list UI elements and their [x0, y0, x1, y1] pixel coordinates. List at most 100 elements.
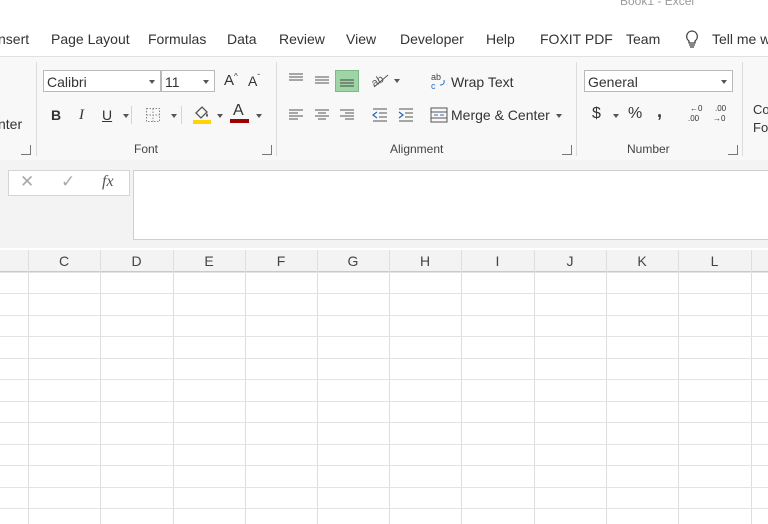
gridline-horizontal [0, 272, 768, 273]
font-launcher-icon[interactable] [262, 145, 272, 155]
gridline-vertical [317, 250, 318, 524]
number-group-label: Number [627, 142, 670, 156]
gridline-vertical [389, 250, 390, 524]
column-header-blank [0, 250, 28, 272]
column-header-g[interactable]: G [317, 250, 389, 272]
conditional-formatting-partial-1[interactable]: Co [753, 102, 768, 117]
insert-function-icon[interactable]: fx [102, 173, 114, 191]
align-center-icon[interactable] [313, 107, 331, 128]
column-header-l[interactable]: L [678, 250, 751, 272]
tab-team[interactable]: Team [626, 31, 660, 47]
comma-style-button[interactable]: , [657, 101, 662, 122]
chevron-down-icon [721, 80, 727, 84]
borders-dropdown-icon[interactable] [171, 114, 177, 118]
gridline-horizontal [0, 401, 768, 402]
font-color-button[interactable]: A [230, 102, 250, 124]
lightbulb-icon[interactable] [684, 29, 700, 54]
column-header-k[interactable]: K [606, 250, 678, 272]
gridline-horizontal [0, 358, 768, 359]
cancel-icon[interactable]: ✕ [20, 172, 34, 192]
align-left-icon[interactable] [287, 107, 305, 128]
bold-button[interactable]: B [51, 107, 61, 123]
fill-color-icon[interactable] [191, 103, 213, 130]
middle-align-icon[interactable] [313, 72, 331, 93]
currency-dropdown-icon[interactable] [613, 114, 619, 118]
merge-center-button[interactable]: Merge & Center [430, 106, 568, 126]
tab-formulas[interactable]: Formulas [148, 31, 206, 47]
clipboard-launcher-icon[interactable] [21, 145, 31, 155]
tell-me-search[interactable]: Tell me w [712, 31, 768, 47]
bottom-align-icon[interactable] [335, 70, 359, 92]
number-format-select[interactable]: General [584, 70, 733, 92]
orientation-dropdown-icon[interactable] [394, 79, 400, 83]
orientation-icon[interactable]: ab [369, 71, 392, 94]
decrease-font-size-button[interactable]: Aˇ [248, 73, 260, 89]
column-header-f[interactable]: F [245, 250, 317, 272]
separator [131, 106, 132, 124]
column-header-c[interactable]: C [28, 250, 100, 272]
gridline-horizontal [0, 422, 768, 423]
decrease-indent-icon[interactable] [371, 106, 389, 129]
tab-view[interactable]: View [346, 31, 376, 47]
wrap-text-button[interactable]: ab c Wrap Text [430, 71, 520, 96]
gridline-vertical [28, 250, 29, 524]
gridline-vertical [606, 250, 607, 524]
increase-indent-icon[interactable] [397, 106, 415, 129]
chevron-down-icon [203, 80, 209, 84]
conditional-formatting-partial-2[interactable]: Fo [753, 120, 768, 135]
gridline-vertical [100, 250, 101, 524]
tab-developer[interactable]: Developer [400, 31, 464, 47]
top-align-icon[interactable] [287, 72, 305, 93]
separator [36, 62, 37, 156]
borders-icon[interactable] [145, 107, 161, 128]
percent-button[interactable]: % [628, 105, 642, 123]
wrap-text-icon: ab c [430, 71, 448, 96]
font-size-select[interactable]: 11 [161, 70, 215, 92]
increase-decimal-button[interactable]: ←0 .00 [686, 104, 706, 127]
increase-font-size-button[interactable]: A^ [224, 72, 238, 89]
worksheet-grid[interactable] [0, 250, 768, 524]
alignment-group-label: Alignment [390, 142, 444, 156]
font-group-label: Font [134, 142, 159, 156]
merge-center-dropdown-icon[interactable] [556, 114, 562, 118]
gridline-horizontal [0, 465, 768, 466]
gridline-horizontal [0, 379, 768, 380]
underline-button[interactable]: U [102, 107, 112, 123]
column-header-d[interactable]: D [100, 250, 173, 272]
tab-review[interactable]: Review [279, 31, 325, 47]
font-color-swatch [230, 119, 249, 123]
tab-data[interactable]: Data [227, 31, 257, 47]
alignment-launcher-icon[interactable] [562, 145, 572, 155]
tab-help[interactable]: Help [486, 31, 515, 47]
wrap-text-label: Wrap Text [451, 74, 514, 90]
enter-icon[interactable]: ✓ [61, 172, 75, 192]
increase-font-icon: A [224, 72, 235, 89]
column-header-h[interactable]: H [389, 250, 461, 272]
font-size-value: 11 [165, 74, 180, 90]
gridline-horizontal [0, 487, 768, 488]
formula-input[interactable] [133, 170, 768, 240]
increase-decimal-arrow-icon: ←0 [690, 104, 703, 113]
underline-dropdown-icon[interactable] [123, 114, 129, 118]
tab-insert[interactable]: nsert [0, 31, 29, 47]
gridline-horizontal [0, 315, 768, 316]
column-header-m[interactable] [751, 250, 768, 272]
column-header-j[interactable]: J [534, 250, 606, 272]
italic-button[interactable]: I [79, 107, 84, 124]
formula-buttons: ✕ ✓ fx [8, 170, 130, 196]
merge-center-partial-label[interactable]: nter [0, 116, 22, 132]
number-launcher-icon[interactable] [728, 145, 738, 155]
font-name-value: Calibri [47, 74, 87, 90]
tab-page-layout[interactable]: Page Layout [51, 31, 130, 47]
currency-button[interactable]: $ [592, 105, 601, 123]
column-header-i[interactable]: I [461, 250, 534, 272]
gridline-vertical [461, 250, 462, 524]
font-color-dropdown-icon[interactable] [256, 114, 262, 118]
align-right-icon[interactable] [338, 107, 356, 128]
tab-foxit-pdf[interactable]: FOXIT PDF [540, 31, 613, 47]
separator [181, 106, 182, 124]
fill-color-dropdown-icon[interactable] [217, 114, 223, 118]
font-name-select[interactable]: Calibri [43, 70, 161, 92]
decrease-decimal-button[interactable]: .00 →0 [712, 104, 732, 127]
column-header-e[interactable]: E [173, 250, 245, 272]
